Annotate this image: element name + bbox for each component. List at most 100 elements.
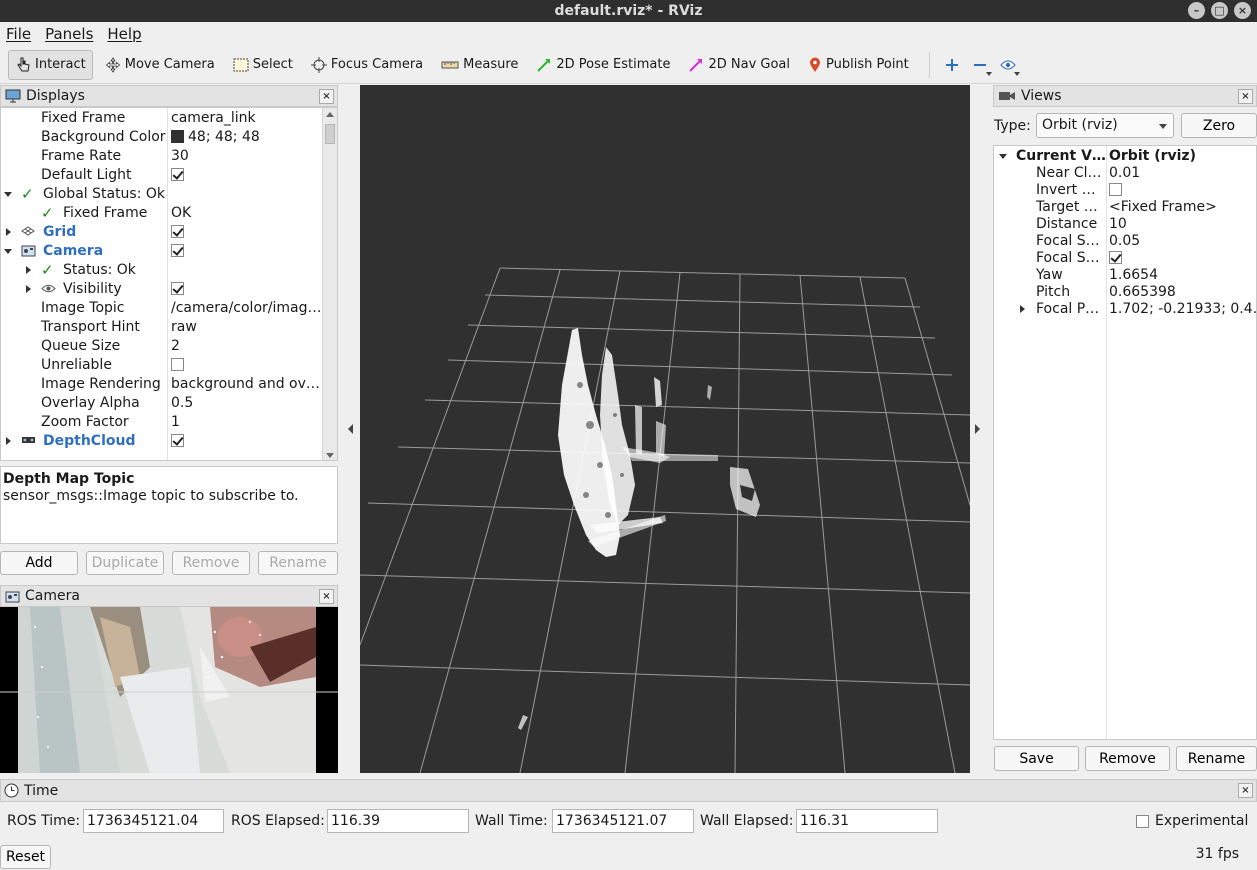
3d-render-viewport[interactable] (360, 85, 970, 773)
tree-row[interactable]: Image Rendering background and ov… (1, 375, 323, 394)
tool-properties-button[interactable] (994, 50, 1022, 80)
property-value[interactable]: 0.665398 (1109, 284, 1256, 301)
chevron-right-icon[interactable] (26, 285, 31, 293)
tree-row[interactable]: Target … <Fixed Frame> (994, 199, 1256, 216)
property-value[interactable] (171, 356, 323, 375)
remove-view-button[interactable]: Remove (1085, 746, 1170, 771)
chevron-right-icon[interactable] (26, 266, 31, 274)
camera-enable-checkbox[interactable] (171, 244, 184, 257)
remove-button[interactable]: Remove (172, 551, 250, 575)
property-value[interactable] (171, 166, 323, 185)
property-value[interactable]: 10 (1109, 216, 1256, 233)
property-value[interactable] (171, 223, 323, 242)
tree-row[interactable]: Focal P… 1.702; -0.21933; 0.4… (994, 301, 1256, 318)
property-value[interactable] (171, 432, 323, 451)
tree-row[interactable]: Transport Hint raw (1, 318, 323, 337)
reset-button[interactable]: Reset (0, 845, 51, 869)
property-value[interactable] (1109, 250, 1256, 267)
scroll-down-icon[interactable] (326, 453, 334, 458)
unreliable-checkbox[interactable] (171, 358, 184, 371)
view-type-select[interactable]: Orbit (rviz) (1036, 113, 1174, 138)
maximize-icon[interactable]: □ (1211, 2, 1228, 19)
close-icon[interactable]: × (1238, 783, 1253, 798)
tree-row[interactable]: Queue Size 2 (1, 337, 323, 356)
menu-help[interactable]: Help (107, 25, 141, 43)
tree-row[interactable]: Visibility (1, 280, 323, 299)
chevron-down-icon[interactable] (4, 192, 12, 197)
property-value[interactable]: 2 (171, 337, 323, 356)
property-value[interactable]: 0.01 (1109, 165, 1256, 182)
property-value[interactable]: 1 (171, 413, 323, 432)
displays-scrollbar[interactable] (322, 108, 337, 460)
property-value[interactable]: camera_link (171, 109, 323, 128)
property-value[interactable]: raw (171, 318, 323, 337)
collapse-right-icon[interactable] (975, 424, 980, 434)
experimental-checkbox[interactable] (1136, 815, 1149, 828)
property-value[interactable] (171, 242, 323, 261)
tool-focus-camera[interactable]: Focus Camera (305, 50, 429, 80)
tree-row[interactable]: Pitch 0.665398 (994, 284, 1256, 301)
menu-panels[interactable]: Panels (45, 25, 93, 43)
grid-enable-checkbox[interactable] (171, 225, 184, 238)
tree-row[interactable]: ✓ Global Status: Ok (1, 185, 323, 204)
chevron-right-icon[interactable] (6, 228, 11, 236)
property-value[interactable]: 1.702; -0.21933; 0.4… (1109, 301, 1256, 318)
add-tool-button[interactable] (938, 50, 966, 80)
property-value[interactable]: 30 (171, 147, 323, 166)
chevron-down-icon[interactable] (999, 154, 1007, 159)
close-icon[interactable]: × (1238, 89, 1253, 104)
tree-row[interactable]: ✓ Status: Ok (1, 261, 323, 280)
tree-row[interactable]: Fixed Frame camera_link (1, 109, 323, 128)
depthcloud-enable-checkbox[interactable] (171, 434, 184, 447)
tree-row[interactable]: ✓ Fixed Frame OK (1, 204, 323, 223)
property-value[interactable]: 0.5 (171, 394, 323, 413)
tree-row[interactable]: Overlay Alpha 0.5 (1, 394, 323, 413)
duplicate-button[interactable]: Duplicate (86, 551, 164, 575)
tree-row[interactable]: Default Light (1, 166, 323, 185)
close-icon[interactable]: × (319, 89, 334, 104)
tree-row[interactable]: Yaw 1.6654 (994, 267, 1256, 284)
property-value[interactable]: 48; 48; 48 (171, 128, 323, 147)
menu-file[interactable]: File (6, 25, 31, 43)
tool-interact[interactable]: Interact (8, 49, 93, 80)
collapse-left-icon[interactable] (348, 424, 353, 434)
scroll-thumb[interactable] (325, 124, 335, 144)
property-value[interactable]: 0.05 (1109, 233, 1256, 250)
tree-row[interactable]: Distance 10 (994, 216, 1256, 233)
tree-row[interactable]: Focal S… (994, 250, 1256, 267)
tree-row[interactable]: Invert … (994, 182, 1256, 199)
property-value[interactable]: 1.6654 (1109, 267, 1256, 284)
property-value[interactable] (1109, 182, 1256, 199)
tree-row[interactable]: Focal S… 0.05 (994, 233, 1256, 250)
tree-row[interactable]: Near Cl… 0.01 (994, 165, 1256, 182)
property-value[interactable] (171, 280, 323, 299)
close-window-icon[interactable]: × (1234, 2, 1251, 19)
rename-button[interactable]: Rename (258, 551, 338, 575)
focal-shape-fixed-checkbox[interactable] (1109, 251, 1122, 264)
tool-publish-point[interactable]: Publish Point (802, 50, 915, 80)
ros-elapsed-field[interactable]: 116.39 (327, 809, 469, 833)
close-icon[interactable]: × (319, 589, 334, 604)
save-view-button[interactable]: Save (994, 746, 1079, 771)
wall-time-field[interactable]: 1736345121.07 (552, 809, 694, 833)
chevron-right-icon[interactable] (1020, 305, 1025, 313)
property-value[interactable]: OK (171, 204, 323, 223)
zero-button[interactable]: Zero (1181, 113, 1257, 138)
visibility-checkbox[interactable] (171, 282, 184, 295)
add-button[interactable]: Add (0, 551, 78, 575)
scroll-up-icon[interactable] (326, 112, 334, 117)
minimize-icon[interactable]: – (1188, 2, 1205, 19)
tree-row[interactable]: Grid (1, 223, 323, 242)
tool-select[interactable]: Select (227, 50, 299, 80)
tree-row[interactable]: Camera (1, 242, 323, 261)
chevron-down-icon[interactable] (4, 249, 12, 254)
tool-move-camera[interactable]: Move Camera (99, 50, 221, 80)
tree-row[interactable]: Background Color 48; 48; 48 (1, 128, 323, 147)
property-value[interactable]: background and ov… (171, 375, 323, 394)
property-value[interactable]: Orbit (rviz) (1109, 148, 1256, 165)
ros-time-field[interactable]: 1736345121.04 (83, 809, 224, 833)
remove-tool-button[interactable] (966, 50, 994, 80)
tree-row[interactable]: Unreliable (1, 356, 323, 375)
tree-row[interactable]: Image Topic /camera/color/imag… (1, 299, 323, 318)
tree-row[interactable]: Frame Rate 30 (1, 147, 323, 166)
